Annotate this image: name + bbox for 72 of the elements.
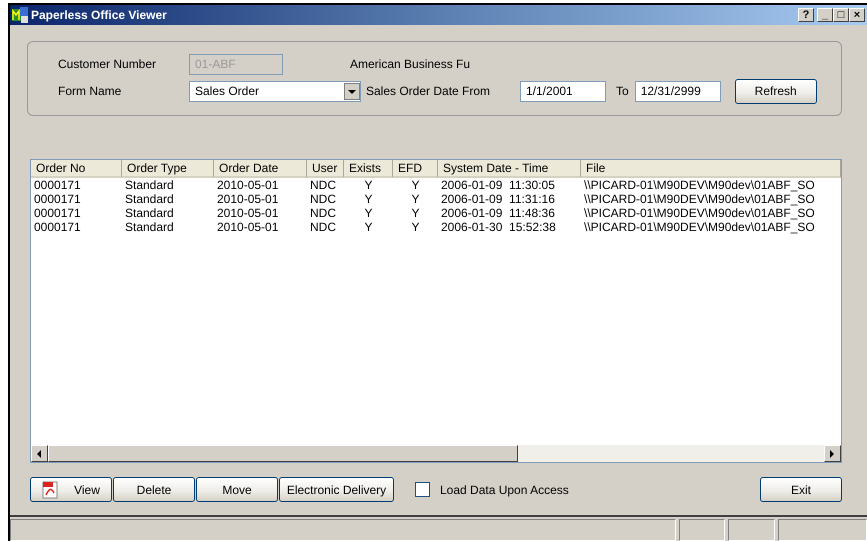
table-cell-text: 2010-05-01 xyxy=(216,192,280,206)
table-cell-text: \\PICARD-01\M90DEV\M90dev\01ABF_SO xyxy=(583,192,816,206)
help-button[interactable]: ? xyxy=(798,8,814,22)
table-cell-text: Y xyxy=(363,192,374,206)
table-cell-text: 0000171 xyxy=(33,206,82,220)
column-header[interactable]: User xyxy=(307,160,344,178)
maximize-button[interactable]: □ xyxy=(833,8,849,22)
column-header[interactable]: System Date - Time xyxy=(438,160,581,178)
table-cell-text: Standard xyxy=(124,220,175,234)
table-cell-text: Y xyxy=(410,206,420,220)
table-cell-text: 0000171 xyxy=(33,178,82,192)
action-button[interactable]: View xyxy=(30,477,112,502)
table-cell-text: NDC xyxy=(309,178,337,192)
table-cell-text: Y xyxy=(410,192,420,206)
field-label: Sales Order Date From xyxy=(366,83,492,100)
scrollbar-thumb[interactable] xyxy=(48,445,518,462)
action-button[interactable]: Delete xyxy=(113,477,195,502)
table-cell-text: 2010-05-01 xyxy=(216,206,280,220)
status-bar-panel xyxy=(678,519,726,541)
table-cell-text: Standard xyxy=(124,192,175,206)
table-cell-text: 2006-01-30 15:52:38 xyxy=(440,220,557,234)
table-cell-text: \\PICARD-01\M90DEV\M90dev\01ABF_SO xyxy=(583,220,816,234)
table-cell-text: 2010-05-01 xyxy=(216,178,280,192)
checkbox[interactable] xyxy=(415,482,430,497)
minimize-button[interactable]: _ xyxy=(817,8,833,22)
column-header[interactable]: Order No xyxy=(31,160,122,178)
customer-name: American Business Fu xyxy=(350,56,470,73)
date-from-field[interactable]: 1/1/2001 xyxy=(520,80,606,102)
pdf-document-icon xyxy=(42,480,58,498)
column-header[interactable]: File xyxy=(581,160,841,178)
table-cell-text: NDC xyxy=(309,220,337,234)
refresh-button[interactable]: Refresh xyxy=(734,78,817,104)
table-cell-text: 2006-01-09 11:48:36 xyxy=(440,206,556,220)
field-label: Form Name xyxy=(58,83,122,100)
field-label: Customer Number xyxy=(58,56,158,73)
right-arrow-icon xyxy=(830,450,835,458)
table-cell-text: Standard xyxy=(124,178,175,192)
scroll-right-button[interactable] xyxy=(824,445,841,462)
scroll-left-button[interactable] xyxy=(31,445,48,462)
app-logo-icon xyxy=(12,7,28,23)
checkbox-label: Load Data Upon Access xyxy=(440,482,569,498)
table-cell-text: 2006-01-09 11:30:05 xyxy=(440,178,556,192)
table-cell-text: 2010-05-01 xyxy=(216,220,280,234)
window-title: Paperless Office Viewer xyxy=(31,7,167,24)
status-bar-panel xyxy=(728,519,775,541)
table-cell-text: 2006-01-09 11:31:16 xyxy=(440,192,556,206)
table-cell-text: Y xyxy=(410,178,420,192)
table-cell-text: Y xyxy=(410,220,420,234)
column-header[interactable]: Exists xyxy=(344,160,393,178)
form-name-dropdown[interactable]: Sales Order xyxy=(189,80,361,102)
table-cell-text: Y xyxy=(363,220,374,234)
table-cell-text: NDC xyxy=(309,206,337,220)
table-cell-text: Standard xyxy=(124,206,175,220)
action-button[interactable]: Move xyxy=(196,477,278,502)
table-cell-text: 0000171 xyxy=(33,192,82,206)
column-header[interactable]: Order Type xyxy=(122,160,214,178)
horizontal-scrollbar[interactable] xyxy=(31,445,841,462)
table-cell-text: NDC xyxy=(309,192,337,206)
column-header[interactable]: Order Date xyxy=(214,160,307,178)
table-cell-text: \\PICARD-01\M90DEV\M90dev\01ABF_SO xyxy=(583,178,816,192)
field-label: To xyxy=(616,83,629,100)
table-cell-text: \\PICARD-01\M90DEV\M90dev\01ABF_SO xyxy=(583,206,816,220)
table-cell-text: 0000171 xyxy=(33,220,82,234)
customer-number-field: 01-ABF xyxy=(189,54,283,74)
close-button[interactable]: × xyxy=(849,8,865,22)
action-button[interactable]: Electronic Delivery xyxy=(279,477,394,502)
exit-button[interactable]: Exit xyxy=(760,477,842,502)
date-to-field[interactable]: 12/31/2999 xyxy=(634,80,721,102)
left-arrow-icon xyxy=(37,450,42,458)
column-header[interactable]: EFD xyxy=(393,160,438,178)
table-cell-text: Y xyxy=(363,178,374,192)
table-cell-text: Y xyxy=(363,206,374,220)
